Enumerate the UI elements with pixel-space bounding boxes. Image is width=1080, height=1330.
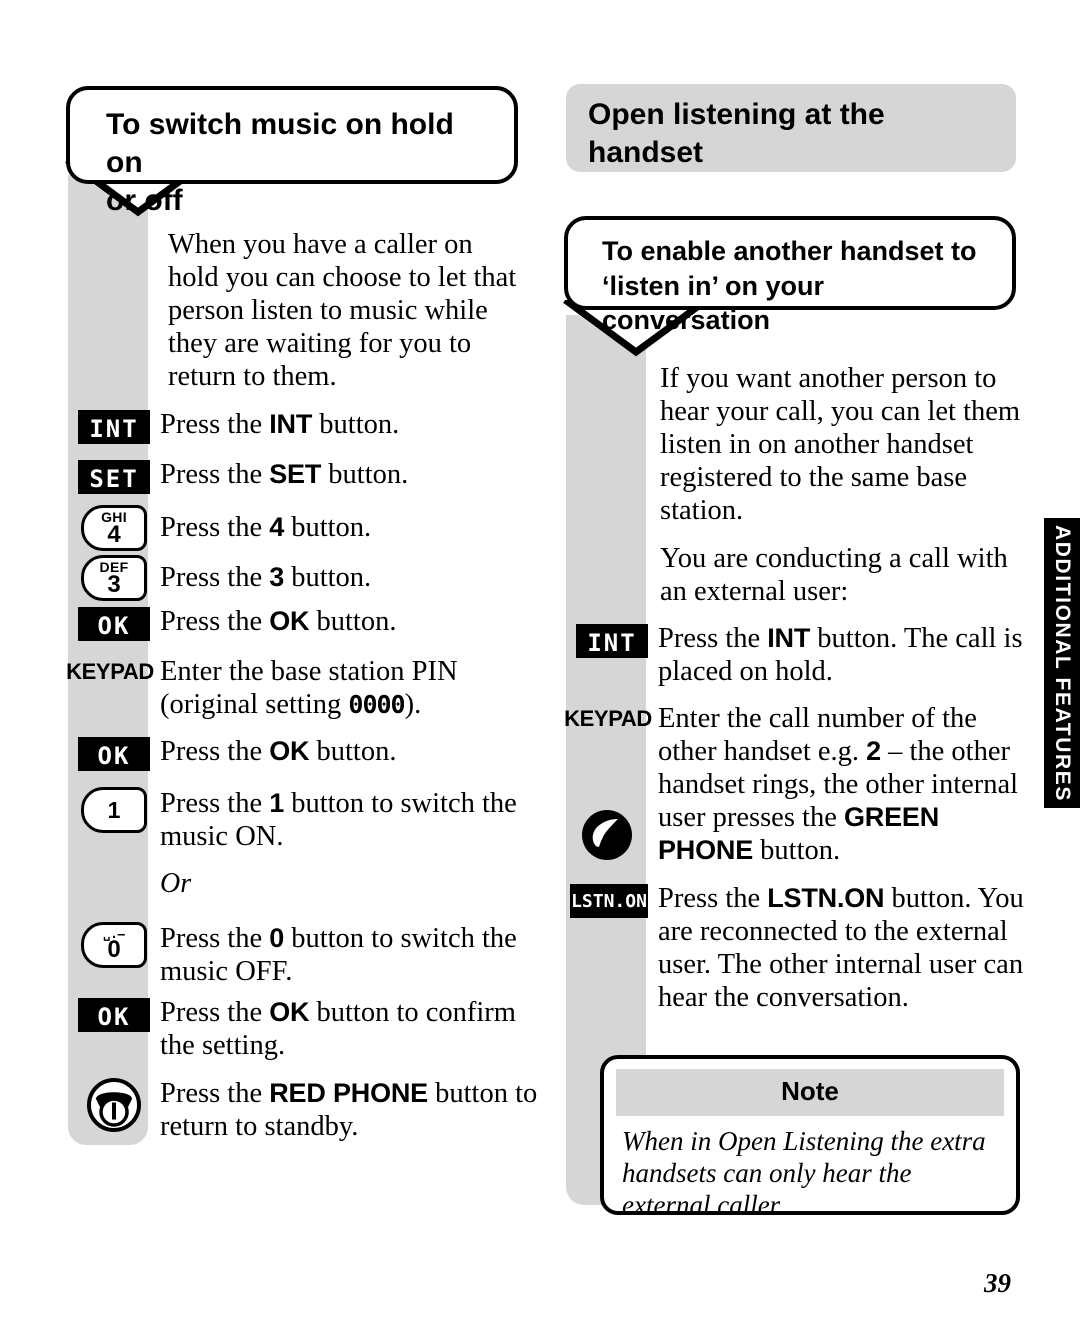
right-step-lstn-on-text: Press the LSTN.ON button. You are reconn… bbox=[658, 883, 1024, 1014]
page-number: 39 bbox=[984, 1268, 1011, 1298]
left-step-1-text: Press the 1 button to switch the music O… bbox=[160, 788, 517, 853]
left-step-pin-text: Enter the base station PIN (original set… bbox=[160, 656, 458, 721]
int-key-icon[interactable]: INT bbox=[566, 622, 658, 658]
left-callout-title-line1: To switch music on hold on bbox=[106, 108, 454, 179]
or-label: Or bbox=[160, 868, 192, 899]
keypad-icon[interactable]: KEYPAD bbox=[558, 702, 658, 732]
left-step-4-text: Press the 4 button. bbox=[160, 512, 372, 543]
right-callout-title-line2: ‘listen in’ on your conversation bbox=[602, 270, 825, 336]
left-step-ok-3-text: Press the OK button to confirm the setti… bbox=[160, 997, 516, 1062]
right-step-int: INT Press the INT button. The call is pl… bbox=[566, 622, 1026, 688]
side-tab-additional-features: ADDITIONAL FEATURES bbox=[1044, 518, 1080, 808]
numkey-1-icon[interactable]: 1 bbox=[68, 785, 160, 833]
right-callout-title-line1: To enable another handset to bbox=[602, 236, 977, 266]
ok-key-icon[interactable]: OK bbox=[68, 735, 160, 771]
set-key-icon[interactable]: SET bbox=[68, 458, 160, 494]
left-step-int-text: Press the INT button. bbox=[160, 409, 400, 440]
left-intro-paragraph: When you have a caller on hold you can c… bbox=[168, 229, 517, 393]
left-step-int: INT Press the INT button. bbox=[68, 408, 538, 444]
left-step-3: DEF 3 Press the 3 button. bbox=[68, 553, 538, 601]
left-step-4: GHI 4 Press the 4 button. bbox=[68, 503, 538, 551]
ok-key-label: OK bbox=[78, 998, 150, 1032]
left-step-pin: KEYPAD Enter the base station PIN (origi… bbox=[60, 655, 538, 721]
left-step-set-text: Press the SET button. bbox=[160, 459, 409, 490]
set-key-label: SET bbox=[78, 460, 150, 494]
numkey-0-digit: 0 bbox=[107, 936, 121, 963]
right-step-lstn-on: LSTN.ON Press the LSTN.ON button. You ar… bbox=[560, 882, 1026, 1014]
numkey-4-icon[interactable]: GHI 4 bbox=[68, 503, 160, 551]
left-step-1: 1 Press the 1 button to switch the music… bbox=[68, 785, 538, 853]
left-step-set: SET Press the SET button. bbox=[68, 458, 538, 494]
numkey-3-digit: 3 bbox=[107, 570, 121, 598]
left-step-red-phone-text: Press the RED PHONE button to return to … bbox=[160, 1078, 538, 1143]
left-callout-title-box: To switch music on hold on or off bbox=[66, 86, 518, 217]
left-callout-title-line2: or off bbox=[106, 183, 183, 217]
int-key-icon[interactable]: INT bbox=[68, 408, 160, 444]
right-intro-paragraph: If you want another person to hear your … bbox=[660, 363, 1021, 527]
ok-key-icon[interactable]: OK bbox=[68, 996, 160, 1032]
keypad-label: KEYPAD bbox=[564, 706, 652, 731]
numkey-4-digit: 4 bbox=[107, 520, 121, 548]
note-heading: Note bbox=[616, 1069, 1004, 1116]
right-banner-title-line1: Open listening at the bbox=[588, 98, 885, 131]
right-callout-title-box: To enable another handset to ‘listen in’… bbox=[564, 216, 1016, 335]
left-step-red-phone: Press the RED PHONE button to return to … bbox=[68, 1075, 538, 1143]
right-banner-title-line2: handset bbox=[588, 135, 704, 169]
left-step-3-text: Press the 3 button. bbox=[160, 562, 372, 593]
right-step-keypad-text: Enter the call number of the other hands… bbox=[658, 703, 1019, 867]
keypad-label: KEYPAD bbox=[66, 659, 154, 684]
ok-key-label: OK bbox=[78, 607, 150, 641]
note-box: Note When in Open Listening the extra ha… bbox=[600, 1055, 1020, 1215]
note-body: When in Open Listening the extra handset… bbox=[622, 1126, 986, 1215]
int-key-label: INT bbox=[576, 624, 648, 658]
right-banner-title-box: Open listening at the handset bbox=[566, 84, 1016, 172]
ok-key-icon[interactable]: OK bbox=[68, 605, 160, 641]
red-phone-icon[interactable] bbox=[68, 1075, 160, 1133]
numkey-0-icon[interactable]: ␣.– 0 bbox=[68, 920, 160, 968]
lstn-on-key-icon[interactable]: LSTN.ON bbox=[560, 882, 658, 918]
right-step-int-text: Press the INT button. The call is placed… bbox=[658, 623, 1023, 688]
numkey-3-icon[interactable]: DEF 3 bbox=[68, 553, 160, 601]
side-tab-label: ADDITIONAL FEATURES bbox=[1051, 524, 1074, 802]
int-key-label: INT bbox=[78, 410, 150, 444]
left-step-ok-1-text: Press the OK button. bbox=[160, 606, 397, 637]
right-lead-paragraph: You are conducting a call with an extern… bbox=[660, 543, 1008, 608]
ok-key-label: OK bbox=[78, 737, 150, 771]
left-step-ok-1: OK Press the OK button. bbox=[68, 605, 538, 641]
left-step-ok-2: OK Press the OK button. bbox=[68, 735, 538, 771]
left-step-ok-3: OK Press the OK button to confirm the se… bbox=[68, 996, 538, 1062]
left-step-ok-2-text: Press the OK button. bbox=[160, 736, 397, 767]
left-step-0: ␣.– 0 Press the 0 button to switch the m… bbox=[68, 920, 538, 988]
lstn-on-key-label: LSTN.ON bbox=[570, 884, 648, 918]
left-step-0-text: Press the 0 button to switch the music O… bbox=[160, 923, 517, 988]
numkey-1-digit: 1 bbox=[107, 796, 121, 823]
keypad-icon[interactable]: KEYPAD bbox=[60, 655, 160, 685]
green-phone-icon-wrap[interactable] bbox=[580, 808, 634, 862]
